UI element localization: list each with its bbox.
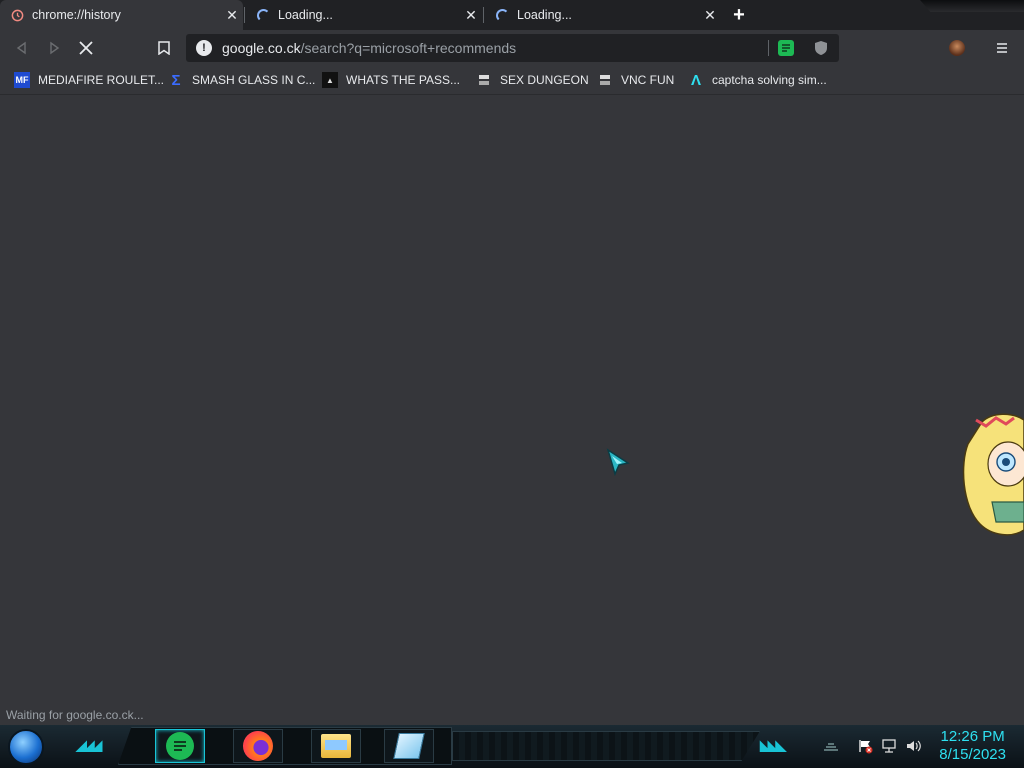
lambda-icon: Λ (690, 71, 701, 89)
bookmark-captcha-solving[interactable]: Λ captcha solving sim... (688, 71, 827, 89)
show-hidden-icons-icon[interactable] (822, 737, 840, 755)
forward-arrow-icon (50, 41, 60, 55)
taskbar-app-file-explorer[interactable] (311, 729, 361, 763)
bookmark-sex-dungeon[interactable]: SEX DUNGEON (476, 71, 589, 89)
tab-label: Loading... (278, 8, 333, 22)
notes-icon (166, 732, 194, 760)
bookmark-whats-the-pass[interactable]: ▲ WHATS THE PASS... (322, 71, 460, 89)
stop-loading-button[interactable] (74, 36, 98, 60)
desktop-mascot-sticker (962, 412, 1024, 540)
server-icon (597, 72, 613, 88)
new-tab-button[interactable]: + (728, 4, 750, 26)
bookmark-label: SEX DUNGEON (500, 73, 589, 87)
window-frame-decoration (920, 0, 1024, 12)
close-icon (79, 41, 93, 55)
taskbar-empty-area (452, 731, 760, 761)
mouse-cursor-icon (606, 448, 632, 485)
menu-icon (997, 43, 1007, 53)
tab-divider (244, 7, 245, 23)
history-icon (10, 8, 24, 22)
chevron-decoration-icon: ◢◢◢ (76, 737, 102, 753)
bookmark-label: captcha solving sim... (712, 73, 827, 87)
tab-strip: chrome://history ✕ Loading... ✕ Loading.… (0, 0, 1024, 30)
tab-label: Loading... (517, 8, 572, 22)
tab-loading-1[interactable]: Loading... ✕ (246, 0, 482, 30)
terminal-icon: ▲ (322, 72, 338, 88)
volume-icon[interactable] (904, 737, 922, 755)
bookmark-label: MEDIAFIRE ROULET... (38, 73, 165, 87)
profile-avatar[interactable] (949, 40, 965, 56)
loading-spinner-icon (495, 8, 509, 22)
extension-notes-icon[interactable] (778, 40, 794, 56)
tab-loading-2[interactable]: Loading... ✕ (485, 0, 721, 30)
firefox-icon (243, 731, 273, 761)
sigma-icon: Σ (171, 71, 181, 89)
bookmarks-bar: MF MEDIAFIRE ROULET... Σ SMASH GLASS IN … (0, 65, 1024, 95)
loading-spinner-icon (256, 8, 270, 22)
network-icon[interactable] (880, 737, 898, 755)
info-icon[interactable]: ! (196, 40, 212, 56)
bookmark-button[interactable] (152, 36, 176, 60)
url-path: /search?q=microsoft+recommends (300, 40, 517, 56)
close-icon[interactable]: ✕ (223, 6, 241, 24)
bookmark-smash-glass[interactable]: Σ SMASH GLASS IN C... (168, 71, 315, 89)
tab-history[interactable]: chrome://history ✕ (0, 0, 243, 30)
bookmark-label: WHATS THE PASS... (346, 73, 461, 87)
mediafire-icon: MF (14, 72, 30, 88)
shield-icon[interactable] (813, 40, 829, 56)
taskbar-app-notepad[interactable] (384, 729, 434, 763)
bookmark-mediafire-roulette[interactable]: MF MEDIAFIRE ROULET... (14, 71, 164, 89)
clock-time: 12:26 PM (940, 728, 1005, 745)
taskbar-app-firefox[interactable] (233, 729, 283, 763)
url-domain: google.co.ck (222, 40, 301, 56)
address-text: google.co.ck/search?q=microsoft+recommen… (222, 40, 516, 56)
folder-icon (321, 734, 351, 758)
system-clock[interactable]: 12:26 PM 8/15/2023 (939, 728, 1006, 764)
tab-divider (483, 7, 484, 23)
chevron-decoration-icon: ◣◣◣ (760, 737, 786, 753)
back-arrow-icon (16, 41, 26, 55)
back-button[interactable] (10, 36, 34, 60)
server-icon (476, 72, 492, 88)
tab-label: chrome://history (32, 8, 121, 22)
close-icon[interactable]: ✕ (701, 6, 719, 24)
page-content (0, 96, 1024, 724)
bookmark-vnc-fun[interactable]: VNC FUN (597, 71, 674, 89)
bookmark-label: VNC FUN (621, 73, 675, 87)
bookmark-label: SMASH GLASS IN C... (192, 73, 316, 87)
omnibox-divider (768, 40, 769, 56)
start-button[interactable] (8, 729, 44, 765)
action-center-flag-icon[interactable] (856, 737, 874, 755)
close-icon[interactable]: ✕ (462, 6, 480, 24)
address-bar[interactable]: ! google.co.ck/search?q=microsoft+recomm… (186, 34, 839, 62)
taskbar-app-notes[interactable] (155, 729, 205, 763)
notepad-icon (393, 733, 425, 759)
menu-button[interactable] (992, 40, 1012, 56)
forward-button[interactable] (42, 36, 66, 60)
bookmark-icon (158, 41, 170, 55)
clock-date: 8/15/2023 (939, 746, 1006, 763)
status-bubble: Waiting for google.co.ck... (0, 705, 150, 725)
taskbar: ◢◢◢ ◣◣◣ 12:26 PM 8/15/2023 (0, 725, 1024, 768)
